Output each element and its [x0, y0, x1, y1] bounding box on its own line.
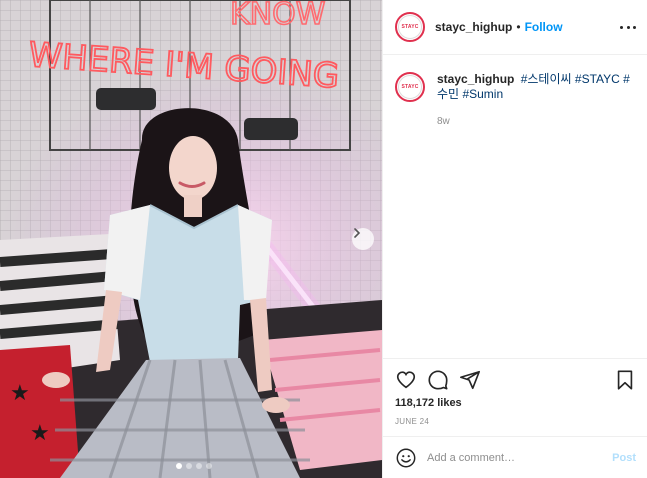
post-caption: STAYC stayc_highup #스테이씨 #STAYC #수민 #Sum… [395, 72, 640, 127]
header-username-link[interactable]: stayc_highup [435, 20, 512, 34]
follow-button[interactable]: Follow [525, 20, 563, 34]
hashtag-link[interactable]: #Sumin [462, 87, 503, 101]
neon-top-text: KNOW [230, 0, 325, 32]
photo-illustration: KNOW WHERE I'M GOING ★ ★ [0, 0, 382, 478]
header-separator: • [516, 20, 521, 34]
comment-bar: Post [383, 436, 647, 478]
post-photo[interactable]: KNOW WHERE I'M GOING ★ ★ [0, 0, 382, 478]
share-icon[interactable] [459, 369, 481, 391]
emoji-icon[interactable] [395, 447, 417, 469]
avatar-logo: STAYC [401, 84, 419, 90]
avatar-logo: STAYC [401, 24, 419, 30]
caption-timestamp[interactable]: 8w [437, 116, 450, 127]
post-actions-bar [383, 358, 647, 402]
caption-username-link[interactable]: stayc_highup [437, 72, 514, 86]
carousel-dot [206, 463, 212, 469]
carousel-dot [176, 463, 182, 469]
svg-text:★: ★ [30, 421, 50, 446]
carousel-dot [196, 463, 202, 469]
post-date: JUNE 24 [395, 417, 430, 426]
post-side-panel: STAYC stayc_highup • Follow STAYC stayc_… [382, 0, 647, 478]
hashtag-link[interactable]: #스테이씨 [521, 72, 572, 86]
likes-count[interactable]: 118,172 likes [395, 397, 462, 409]
comment-input[interactable] [427, 451, 613, 464]
carousel-next-button[interactable] [352, 228, 374, 250]
heart-icon[interactable] [395, 369, 417, 391]
post-header: STAYC stayc_highup • Follow [383, 0, 647, 55]
svg-text:★: ★ [10, 381, 30, 406]
carousel-indicator [176, 463, 212, 469]
carousel-dot [186, 463, 192, 469]
more-options-icon[interactable] [620, 20, 636, 34]
caption-avatar[interactable]: STAYC [395, 72, 425, 102]
chevron-right-icon [354, 228, 361, 238]
avatar[interactable]: STAYC [395, 12, 425, 42]
comment-icon[interactable] [427, 369, 449, 391]
caption-text: stayc_highup #스테이씨 #STAYC #수민 #Sumin [437, 72, 640, 102]
post-comment-button[interactable]: Post [612, 452, 636, 464]
bookmark-icon[interactable] [614, 369, 636, 391]
hashtag-link[interactable]: #STAYC [575, 72, 620, 86]
